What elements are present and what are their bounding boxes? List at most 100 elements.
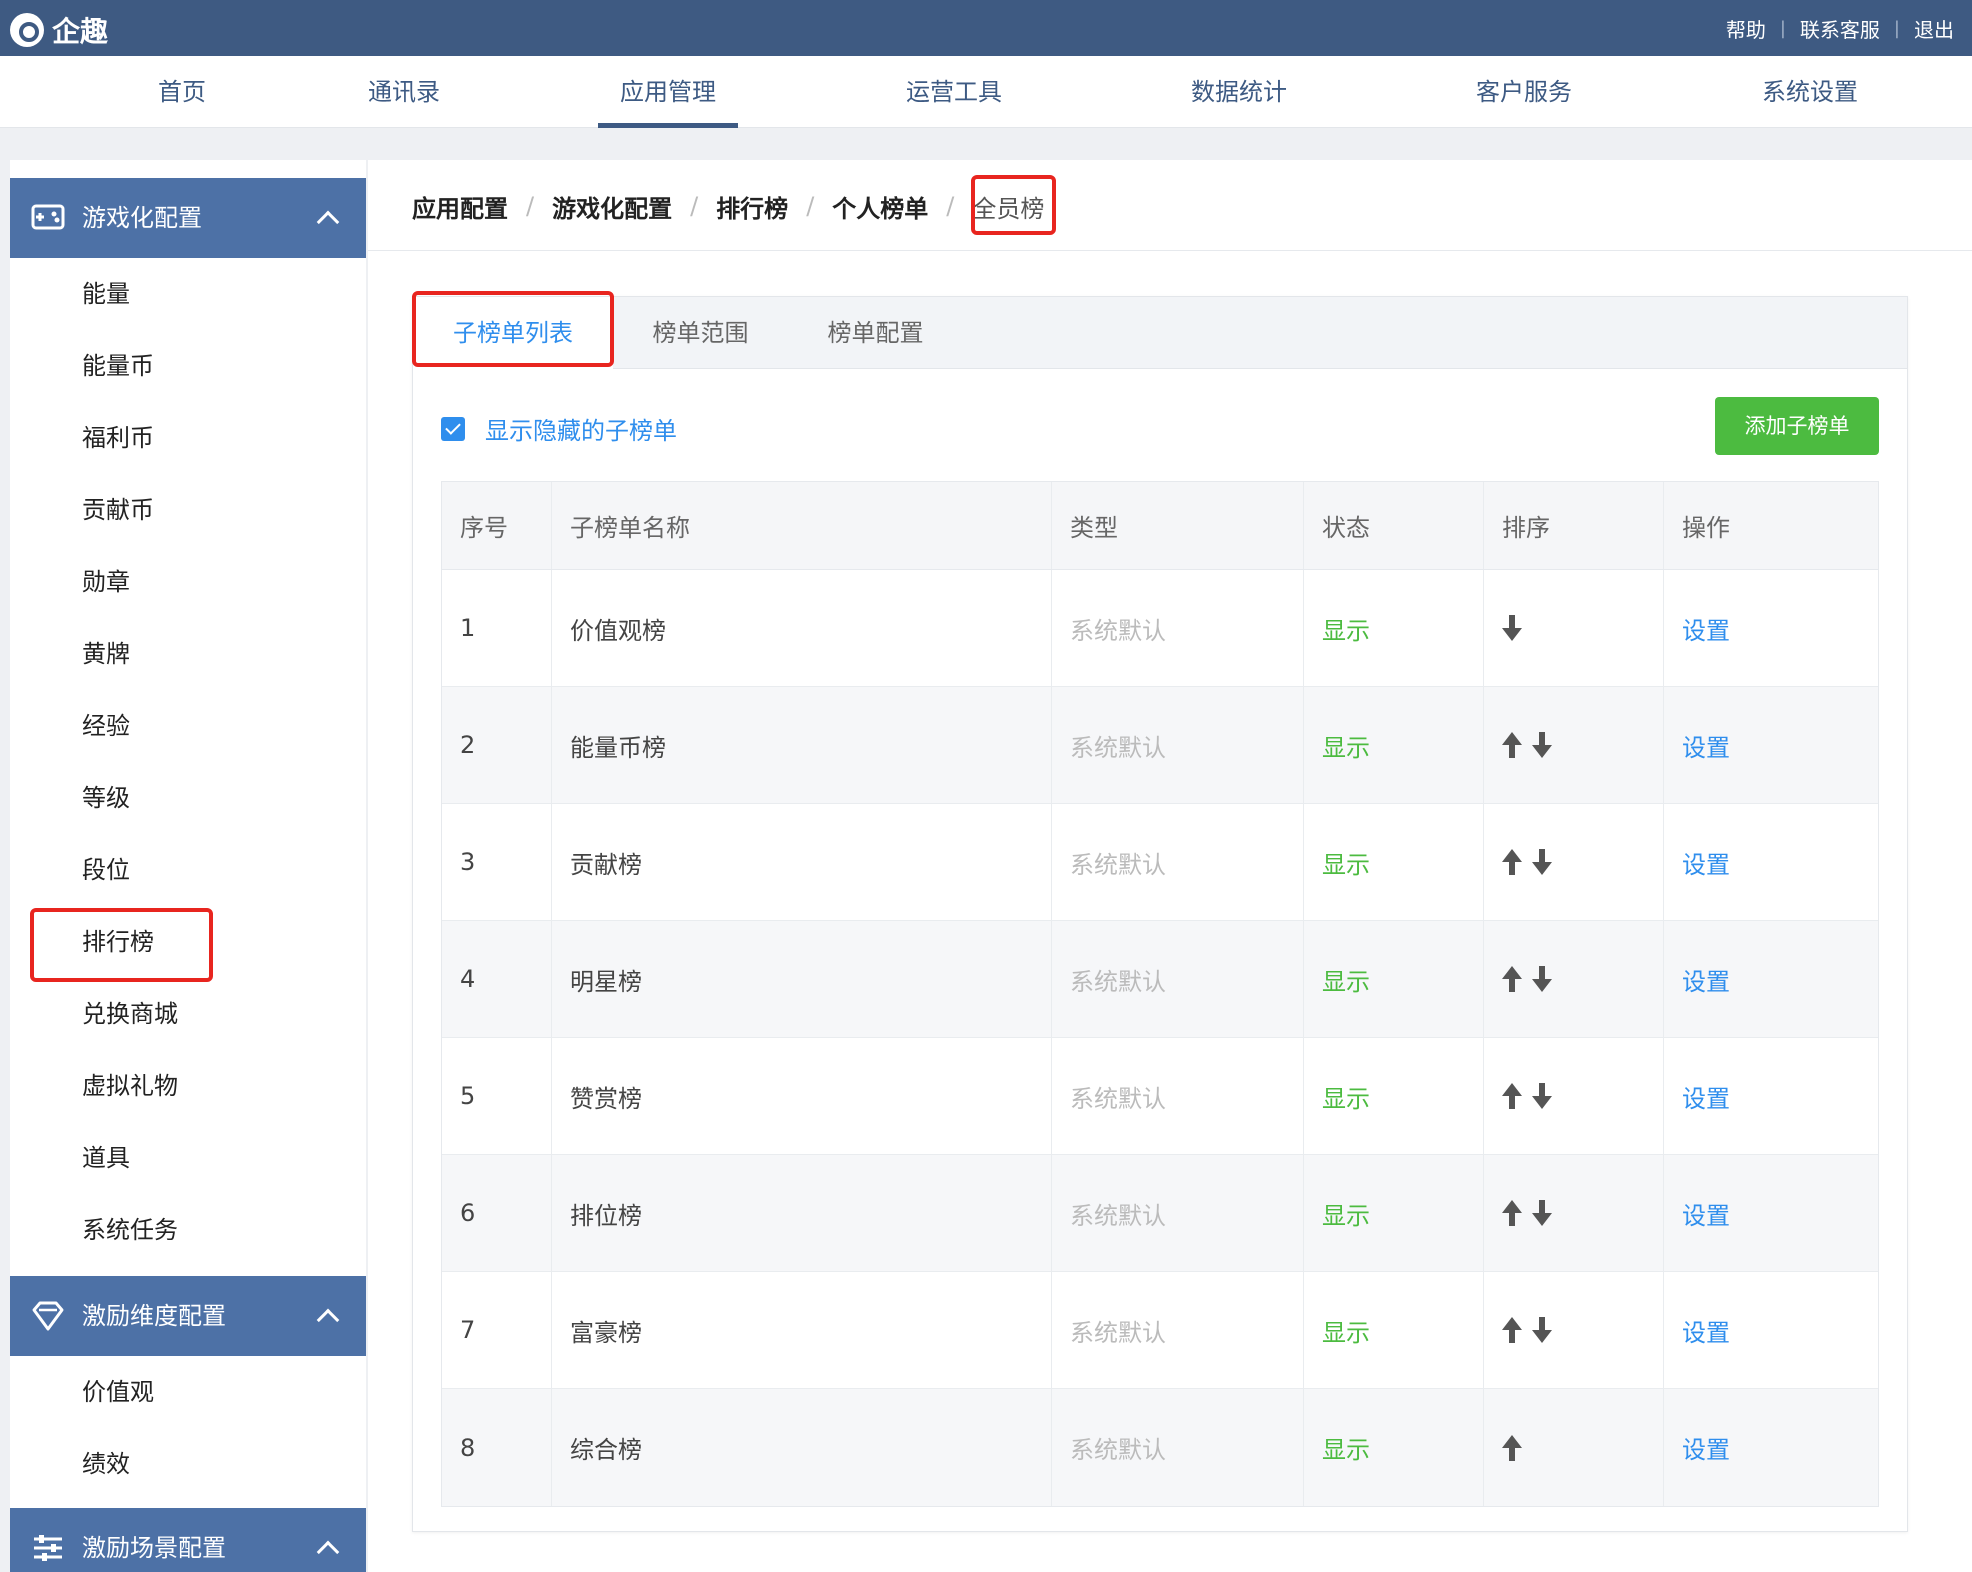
contact-support-link[interactable]: 联系客服 <box>1800 14 1880 43</box>
arrow-down-icon[interactable] <box>1502 615 1522 641</box>
arrow-down-icon[interactable] <box>1532 1083 1552 1109</box>
table-body: 1 价值观榜 系统默认 显示 设置 2 能量币榜 系统默认 显示 设置 3 贡献榜 系统默认 显示 设置 4 明… <box>442 570 1878 1506</box>
column-header-sort: 排序 <box>1484 482 1664 569</box>
sidebar-item-yellow-card[interactable]: 黄牌 <box>10 618 366 690</box>
main-nav: 首页 通讯录 应用管理 运营工具 数据统计 客户服务 系统设置 <box>0 56 1972 128</box>
sidebar-item-exchange-mall[interactable]: 兑换商城 <box>10 978 366 1050</box>
sidebar-group-label: 激励场景配置 <box>82 1534 226 1562</box>
settings-link[interactable]: 设置 <box>1664 570 1878 686</box>
row-type: 系统默认 <box>1052 687 1304 803</box>
row-index: 2 <box>442 687 552 803</box>
sidebar-group-gamification[interactable]: 游戏化配置 <box>10 178 366 258</box>
nav-contacts[interactable]: 通讯录 <box>368 56 440 128</box>
nav-system-settings[interactable]: 系统设置 <box>1762 56 1858 128</box>
nav-data-statistics[interactable]: 数据统计 <box>1191 56 1287 128</box>
settings-link[interactable]: 设置 <box>1664 1155 1878 1271</box>
logout-link[interactable]: 退出 <box>1914 14 1954 43</box>
table-row: 3 贡献榜 系统默认 显示 设置 <box>442 804 1878 921</box>
sidebar-group-incentive-scene[interactable]: 激励场景配置 <box>10 1508 366 1572</box>
settings-link[interactable]: 设置 <box>1664 804 1878 920</box>
sort-controls <box>1502 732 1552 758</box>
arrow-up-icon[interactable] <box>1502 849 1522 875</box>
row-sort <box>1484 1272 1664 1388</box>
column-header-operation: 操作 <box>1682 514 1730 542</box>
sort-controls <box>1502 1317 1552 1343</box>
sidebar-item-welfare-coin[interactable]: 福利币 <box>10 402 366 474</box>
nav-app-management[interactable]: 应用管理 <box>598 56 738 128</box>
show-hidden-checkbox[interactable] <box>441 416 465 441</box>
add-sub-list-button[interactable]: 添加子榜单 <box>1715 397 1879 455</box>
table-row: 6 排位榜 系统默认 显示 设置 <box>442 1155 1878 1272</box>
sidebar-item-props[interactable]: 道具 <box>10 1122 366 1194</box>
column-header-name: 子榜单名称 <box>552 482 1052 569</box>
diamond-icon <box>32 1301 64 1331</box>
arrow-up-icon[interactable] <box>1502 1434 1522 1461</box>
breadcrumb-gamification-config[interactable]: 游戏化配置 <box>552 189 672 224</box>
breadcrumb-separator: / <box>526 192 535 220</box>
nav-operation-tools[interactable]: 运营工具 <box>906 56 1002 128</box>
sidebar-group-incentive-dimension[interactable]: 激励维度配置 <box>10 1276 366 1356</box>
row-name: 贡献榜 <box>552 804 1052 920</box>
table-row: 5 赞赏榜 系统默认 显示 设置 <box>442 1038 1878 1155</box>
table-header: 序号 子榜单名称 类型 状态 排序 操作 <box>442 482 1878 570</box>
settings-link[interactable]: 设置 <box>1664 1038 1878 1154</box>
sidebar-item-performance[interactable]: 绩效 <box>10 1428 366 1500</box>
show-hidden-label[interactable]: 显示隐藏的子榜单 <box>485 411 677 446</box>
sidebar-item-values[interactable]: 价值观 <box>10 1356 366 1428</box>
breadcrumb-app-config[interactable]: 应用配置 <box>412 189 508 224</box>
arrow-up-icon[interactable] <box>1502 966 1522 992</box>
arrow-up-icon[interactable] <box>1502 1083 1522 1109</box>
help-link[interactable]: 帮助 <box>1726 14 1766 43</box>
row-index: 7 <box>442 1272 552 1388</box>
tab-sub-list[interactable]: 子榜单列表 <box>413 297 613 370</box>
logo-icon <box>10 13 44 47</box>
settings-link[interactable]: 设置 <box>1664 687 1878 803</box>
nav-customer-service[interactable]: 客户服务 <box>1476 56 1572 128</box>
tab-list-config[interactable]: 榜单配置 <box>788 297 963 369</box>
table-row: 8 综合榜 系统默认 显示 设置 <box>442 1389 1878 1506</box>
arrow-down-icon[interactable] <box>1532 966 1552 992</box>
app-logo[interactable]: 企趣 <box>10 10 108 50</box>
sidebar-item-contribution-coin[interactable]: 贡献币 <box>10 474 366 546</box>
breadcrumb-separator: / <box>946 192 955 220</box>
row-sort <box>1484 804 1664 920</box>
row-index: 1 <box>442 570 552 686</box>
row-name: 明星榜 <box>552 921 1052 1037</box>
sidebar-item-virtual-gift[interactable]: 虚拟礼物 <box>10 1050 366 1122</box>
row-sort <box>1484 687 1664 803</box>
arrow-down-icon[interactable] <box>1532 849 1552 875</box>
sidebar-item-energy-coin[interactable]: 能量币 <box>10 330 366 402</box>
row-status: 显示 <box>1304 804 1484 920</box>
sidebar-item-energy[interactable]: 能量 <box>10 258 366 330</box>
arrow-up-icon[interactable] <box>1502 1200 1522 1226</box>
breadcrumb-personal-list[interactable]: 个人榜单 <box>832 189 928 224</box>
game-icon <box>31 204 65 230</box>
sidebar-item-rank-tier[interactable]: 段位 <box>10 834 366 906</box>
settings-link[interactable]: 设置 <box>1664 1389 1878 1506</box>
chevron-up-icon <box>316 1540 340 1564</box>
sidebar-item-level[interactable]: 等级 <box>10 762 366 834</box>
row-sort <box>1484 1389 1664 1506</box>
arrow-down-icon[interactable] <box>1532 1317 1552 1343</box>
nav-home[interactable]: 首页 <box>158 56 206 128</box>
sidebar-item-experience[interactable]: 经验 <box>10 690 366 762</box>
row-type: 系统默认 <box>1052 570 1304 686</box>
sort-controls <box>1502 615 1522 641</box>
arrow-down-icon[interactable] <box>1532 732 1552 758</box>
sidebar-item-system-tasks[interactable]: 系统任务 <box>10 1194 366 1266</box>
breadcrumb: 应用配置 / 游戏化配置 / 排行榜 / 个人榜单 / 全员榜 <box>412 186 1044 226</box>
arrow-up-icon[interactable] <box>1502 732 1522 758</box>
sort-controls <box>1502 966 1552 992</box>
arrow-up-icon[interactable] <box>1502 1317 1522 1343</box>
show-hidden-toggle[interactable]: 显示隐藏的子榜单 <box>441 411 677 446</box>
arrow-down-icon[interactable] <box>1532 1200 1552 1226</box>
sidebar: 游戏化配置 能量 能量币 福利币 贡献币 勋章 黄牌 经验 等级 段位 排行榜 … <box>10 160 366 1572</box>
breadcrumb-leaderboard[interactable]: 排行榜 <box>716 189 788 224</box>
sidebar-item-medal[interactable]: 勋章 <box>10 546 366 618</box>
row-type: 系统默认 <box>1052 921 1304 1037</box>
sidebar-item-leaderboard[interactable]: 排行榜 <box>10 906 366 978</box>
settings-link[interactable]: 设置 <box>1664 921 1878 1037</box>
settings-link[interactable]: 设置 <box>1664 1272 1878 1388</box>
link-divider: | <box>1893 18 1900 39</box>
tab-list-scope[interactable]: 榜单范围 <box>613 297 788 369</box>
